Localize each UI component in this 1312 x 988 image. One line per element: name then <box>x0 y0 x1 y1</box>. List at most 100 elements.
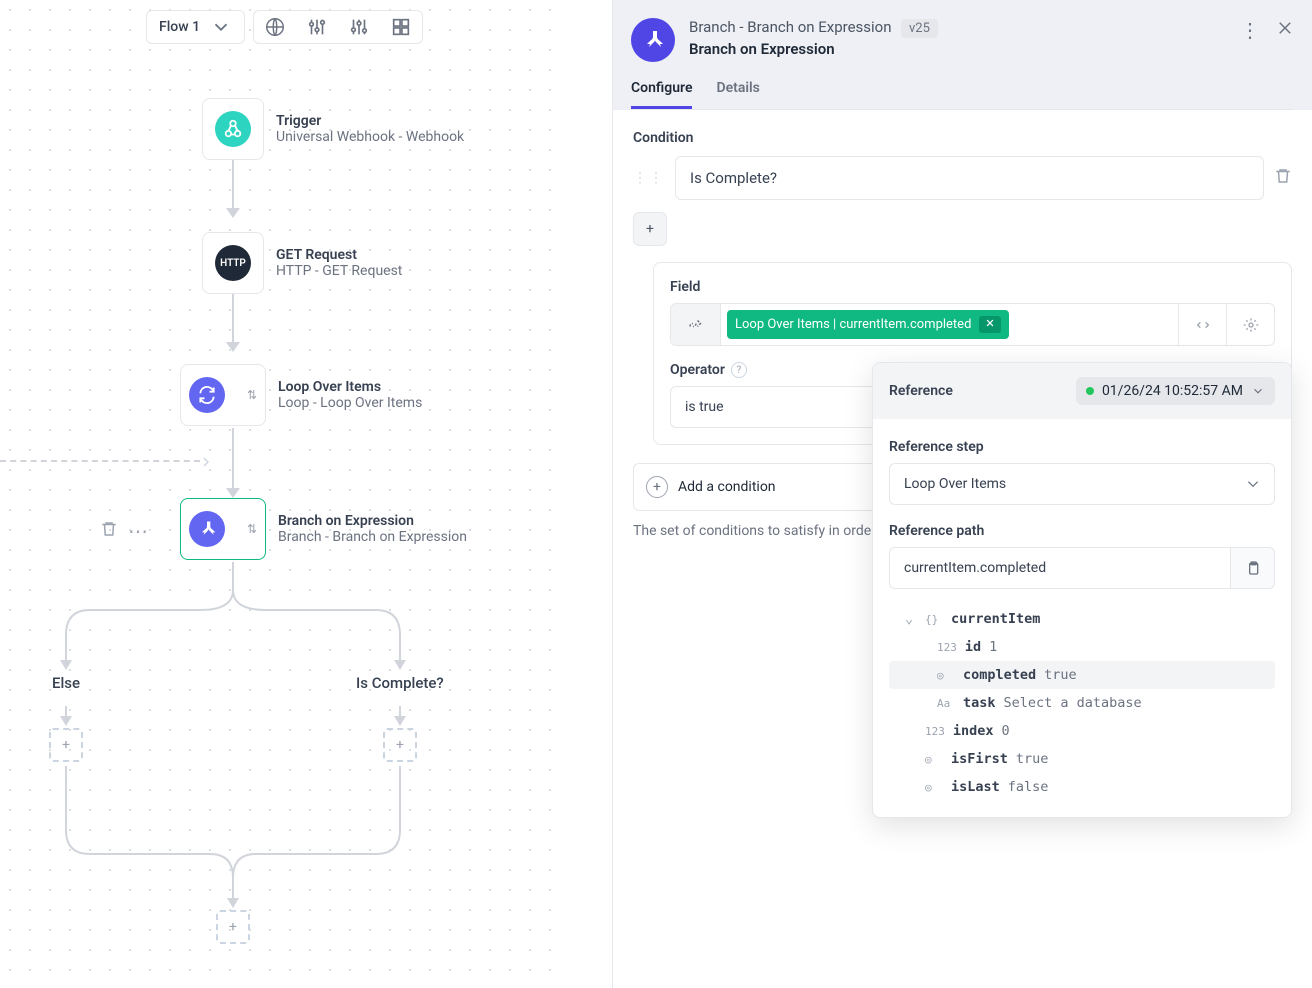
field-action-1[interactable] <box>1178 304 1226 345</box>
code-icon <box>1195 317 1211 333</box>
tree-node-selected[interactable]: ◎ completed true <box>889 661 1275 689</box>
collapse-icon: ⇅ <box>245 388 257 402</box>
connector <box>232 428 234 488</box>
globe-icon <box>264 16 286 38</box>
connector <box>232 160 234 208</box>
node-subtitle: HTTP - GET Request <box>276 263 402 279</box>
sliders-alt-icon-button[interactable] <box>338 11 380 43</box>
ref-step-select[interactable]: Loop Over Items <box>889 463 1275 505</box>
node-loop[interactable]: ⇅ Loop Over Items Loop - Loop Over Items <box>180 364 422 426</box>
node-title: Branch on Expression <box>278 513 467 529</box>
field-input[interactable]: Loop Over Items | currentItem.completed <box>670 303 1275 346</box>
tree-value: true <box>1016 751 1049 767</box>
delete-node-button[interactable] <box>100 520 118 542</box>
add-condition-label: Add a condition <box>678 479 776 495</box>
status-dot <box>1086 387 1094 395</box>
tree-value: 0 <box>1002 723 1010 739</box>
add-step-complete[interactable]: + <box>383 728 417 762</box>
timestamp-label: 01/26/24 10:52:57 AM <box>1102 383 1243 399</box>
tree-node[interactable]: ◎ isFirst true <box>889 745 1275 773</box>
node-subtitle: Universal Webhook - Webhook <box>276 129 464 145</box>
chevron-down-icon <box>1251 384 1265 398</box>
field-label: Field <box>670 279 1275 295</box>
node-subtitle: Branch - Branch on Expression <box>278 529 467 545</box>
arrow-head-icon <box>226 342 240 352</box>
type-number-icon: 123 <box>925 725 945 738</box>
chip-label: Loop Over Items | currentItem.completed <box>735 317 971 332</box>
tree-value: 1 <box>989 639 997 655</box>
tree-key: isLast <box>951 779 1000 795</box>
webhook-icon <box>215 111 251 147</box>
condition-label: Condition <box>633 130 1292 146</box>
tree-value: Select a database <box>1004 695 1142 711</box>
version-badge: v25 <box>901 19 938 38</box>
type-boolean-icon: ◎ <box>937 669 955 682</box>
globe-icon-button[interactable] <box>254 11 296 43</box>
flow-selector[interactable]: Flow 1 <box>146 10 245 44</box>
copy-path-button[interactable] <box>1231 547 1275 589</box>
dashed-arrow-icon <box>198 454 214 475</box>
node-actions: ⋯ <box>100 520 148 542</box>
ref-step-label: Reference step <box>889 439 1275 455</box>
loop-icon <box>189 377 225 413</box>
type-boolean-icon: ◎ <box>925 781 943 794</box>
trash-icon <box>1274 167 1292 185</box>
flow-name-label: Flow 1 <box>159 19 200 35</box>
more-node-button[interactable]: ⋯ <box>128 526 148 536</box>
condition-name-input[interactable]: Is Complete? <box>675 156 1264 200</box>
ref-path-label: Reference path <box>889 523 1275 539</box>
tree-key: id <box>965 639 981 655</box>
clipboard-icon <box>1245 560 1261 576</box>
operator-label: Operator <box>670 362 725 378</box>
ref-path-input[interactable]: currentItem.completed <box>889 547 1231 589</box>
add-step-else[interactable]: + <box>49 728 83 762</box>
chevron-down-icon <box>210 16 232 38</box>
toolbar-icon-group <box>253 10 423 44</box>
timestamp-selector[interactable]: 01/26/24 10:52:57 AM <box>1076 377 1275 405</box>
popover-title: Reference <box>889 383 953 399</box>
drag-handle[interactable]: ⋮⋮ <box>633 170 665 186</box>
node-title: Loop Over Items <box>278 379 422 395</box>
tree-key: isFirst <box>951 751 1008 767</box>
delete-condition-button[interactable] <box>1274 167 1292 189</box>
field-action-2[interactable] <box>1226 304 1274 345</box>
node-branch[interactable]: ⇅ Branch on Expression Branch - Branch o… <box>180 498 467 560</box>
add-item-button[interactable]: + <box>633 212 667 246</box>
tree-node-object[interactable]: ⌄ {} currentItem <box>889 605 1275 633</box>
chevron-down-icon <box>1246 477 1260 491</box>
connector <box>232 294 234 342</box>
tree-node[interactable]: ◎ isLast false <box>889 773 1275 801</box>
tree-node[interactable]: 123 index 0 <box>889 717 1275 745</box>
tab-configure[interactable]: Configure <box>631 80 692 109</box>
branch-icon <box>189 511 225 547</box>
panel-path: Branch - Branch on Expression <box>689 18 892 36</box>
canvas-toolbar: Flow 1 <box>146 10 423 44</box>
tree-node[interactable]: Aa task Select a database <box>889 689 1275 717</box>
dashed-connector <box>0 460 200 462</box>
node-get-request[interactable]: HTTP GET Request HTTP - GET Request <box>202 232 402 294</box>
tree-key: index <box>953 723 994 739</box>
add-step-merge[interactable]: + <box>216 910 250 944</box>
grid-icon <box>390 16 412 38</box>
plus-circle-icon: + <box>646 476 668 498</box>
ref-step-value: Loop Over Items <box>904 476 1006 492</box>
reference-picker-button[interactable] <box>671 304 721 345</box>
reference-icon <box>687 316 705 334</box>
sliders-alt-icon <box>348 16 370 38</box>
collapse-icon: ⇅ <box>245 522 257 536</box>
chip-remove-button[interactable] <box>979 316 1001 333</box>
tab-details[interactable]: Details <box>716 80 759 109</box>
close-button[interactable] <box>1276 18 1294 42</box>
node-trigger[interactable]: Trigger Universal Webhook - Webhook <box>202 98 464 160</box>
sliders-icon <box>306 16 328 38</box>
arrow-head-icon <box>226 208 240 218</box>
grid-icon-button[interactable] <box>380 11 422 43</box>
add-condition-button[interactable]: + Add a condition <box>633 463 913 511</box>
type-string-icon: Aa <box>937 697 955 710</box>
more-button[interactable]: ⋮ <box>1240 18 1260 42</box>
sliders-icon-button[interactable] <box>296 11 338 43</box>
help-icon[interactable]: ? <box>731 362 747 378</box>
reference-tree: ⌄ {} currentItem 123 id 1 ◎ completed tr… <box>889 605 1275 801</box>
reference-chip[interactable]: Loop Over Items | currentItem.completed <box>727 310 1009 339</box>
tree-node[interactable]: 123 id 1 <box>889 633 1275 661</box>
